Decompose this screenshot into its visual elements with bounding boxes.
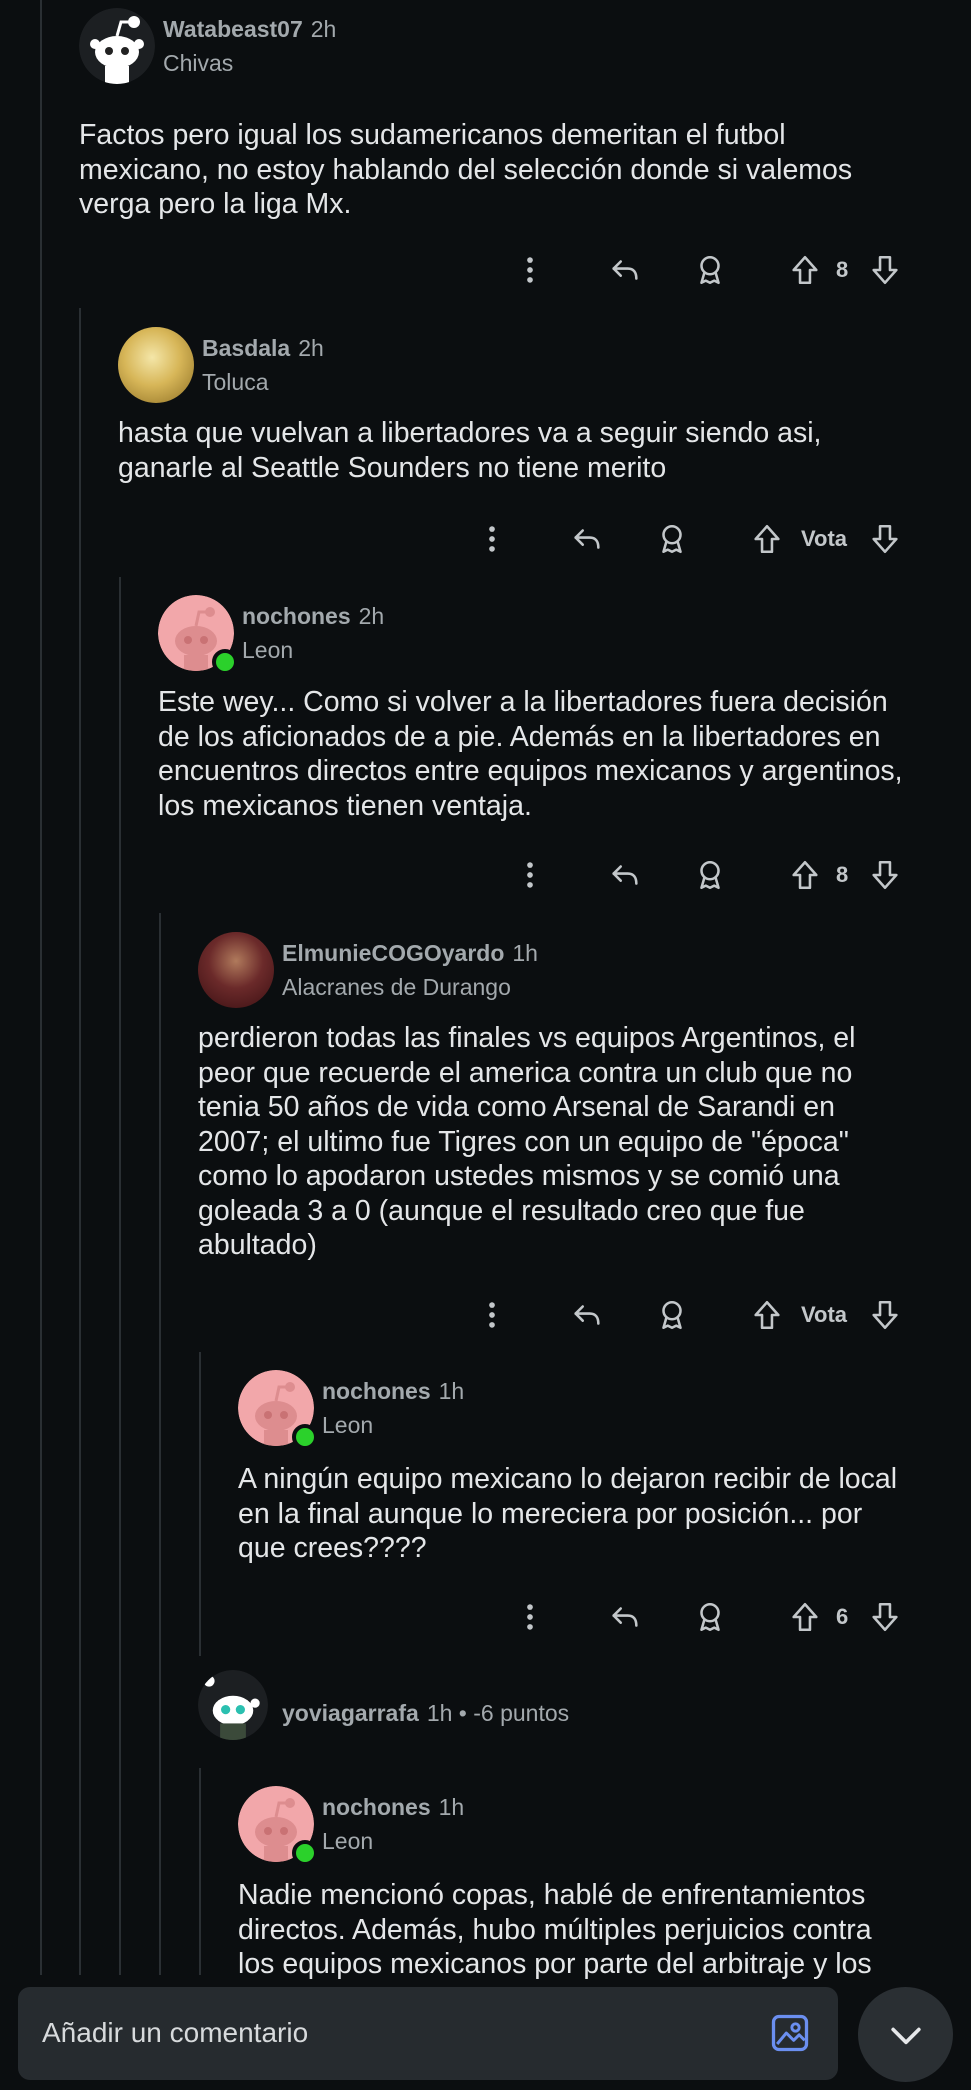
award-icon[interactable] (690, 1597, 730, 1637)
comment-input-bar[interactable]: Añadir un comentario (18, 1987, 838, 2080)
snoo-avatar-icon (79, 8, 155, 84)
thread-line (159, 913, 161, 1975)
comment-meta: 1h • -6 puntos (426, 1700, 570, 1726)
chevron-down-icon (890, 2027, 921, 2044)
upvote-icon[interactable] (785, 250, 825, 290)
avatar[interactable] (79, 8, 155, 84)
downvote-icon[interactable] (865, 1597, 905, 1637)
downvote-icon[interactable] (865, 855, 905, 895)
award-icon[interactable] (652, 519, 692, 559)
comment-body: Nadie mencionó copas, hablé de enfrentam… (238, 1879, 872, 1980)
reply-icon[interactable] (605, 250, 645, 290)
more-icon[interactable] (510, 250, 550, 290)
username[interactable]: nochones (322, 1378, 431, 1404)
user-flair: Alacranes de Durango (282, 974, 511, 1000)
comment-body: A ningún equipo mexicano lo dejaron reci… (238, 1463, 898, 1564)
vote-count: 8 (836, 862, 849, 887)
avatar[interactable] (198, 1670, 268, 1740)
downvote-icon[interactable] (865, 519, 905, 559)
comment-actions: 6 (0, 1597, 971, 1647)
online-indicator (292, 1840, 318, 1866)
snoo-avatar-icon (198, 1670, 268, 1740)
award-icon[interactable] (690, 855, 730, 895)
award-icon[interactable] (652, 1295, 692, 1335)
reply-icon[interactable] (567, 1295, 607, 1335)
timestamp: 2h (298, 335, 324, 361)
timestamp: 1h (438, 1378, 465, 1404)
upvote-icon[interactable] (747, 1295, 787, 1335)
user-flair: Chivas (163, 50, 234, 76)
timestamp: 1h (512, 940, 538, 966)
avatar[interactable] (118, 327, 194, 403)
reply-icon[interactable] (605, 855, 645, 895)
timestamp: 1h (438, 1794, 465, 1820)
downvote-icon[interactable] (865, 250, 905, 290)
comment-input-placeholder[interactable]: Añadir un comentario (42, 2017, 308, 2049)
comment-actions: Vota (0, 1295, 971, 1345)
thread-line (199, 1768, 201, 1975)
username[interactable]: Watabeast07 (163, 16, 303, 42)
more-icon[interactable] (510, 855, 550, 895)
reply-icon[interactable] (567, 519, 607, 559)
collapse-button[interactable] (858, 1987, 953, 2082)
vote-count: 8 (836, 257, 849, 282)
vote-count: 6 (836, 1604, 849, 1629)
comment-body: Factos pero igual los sudamericanos deme… (79, 119, 853, 220)
comment-body: perdieron todas las finales vs equipos A… (198, 1022, 856, 1261)
thread-line (119, 577, 121, 1975)
reply-icon[interactable] (605, 1597, 645, 1637)
username[interactable]: nochones (322, 1794, 431, 1820)
username[interactable]: Basdala (202, 335, 290, 361)
online-indicator (212, 649, 238, 675)
comment-actions: 8 (0, 855, 971, 905)
online-indicator (292, 1424, 318, 1450)
comment-body: hasta que vuelvan a libertadores va a se… (118, 417, 822, 484)
upvote-icon[interactable] (785, 1597, 825, 1637)
user-flair: Leon (322, 1828, 374, 1854)
image-icon[interactable] (768, 2011, 812, 2055)
timestamp: 2h (310, 16, 337, 42)
timestamp: 2h (358, 603, 385, 629)
comment-actions: 8 (0, 250, 971, 300)
more-icon[interactable] (472, 519, 512, 559)
upvote-icon[interactable] (747, 519, 787, 559)
username[interactable]: nochones (242, 603, 351, 629)
user-flair: Toluca (202, 369, 269, 395)
award-icon[interactable] (690, 250, 730, 290)
downvote-icon[interactable] (865, 1295, 905, 1335)
username[interactable]: ElmunieCOGOyardo (282, 940, 504, 966)
upvote-icon[interactable] (785, 855, 825, 895)
vote-label[interactable]: Vota (801, 526, 847, 552)
comment-body: Este wey... Como si volver a la libertad… (158, 686, 903, 822)
more-icon[interactable] (472, 1295, 512, 1335)
username[interactable]: yoviagarrafa (282, 1700, 419, 1726)
user-flair: Leon (322, 1412, 374, 1438)
more-icon[interactable] (510, 1597, 550, 1637)
avatar[interactable] (198, 932, 274, 1008)
vote-label[interactable]: Vota (801, 1302, 847, 1328)
user-flair: Leon (242, 637, 294, 663)
comment-actions: Vota (0, 519, 971, 569)
